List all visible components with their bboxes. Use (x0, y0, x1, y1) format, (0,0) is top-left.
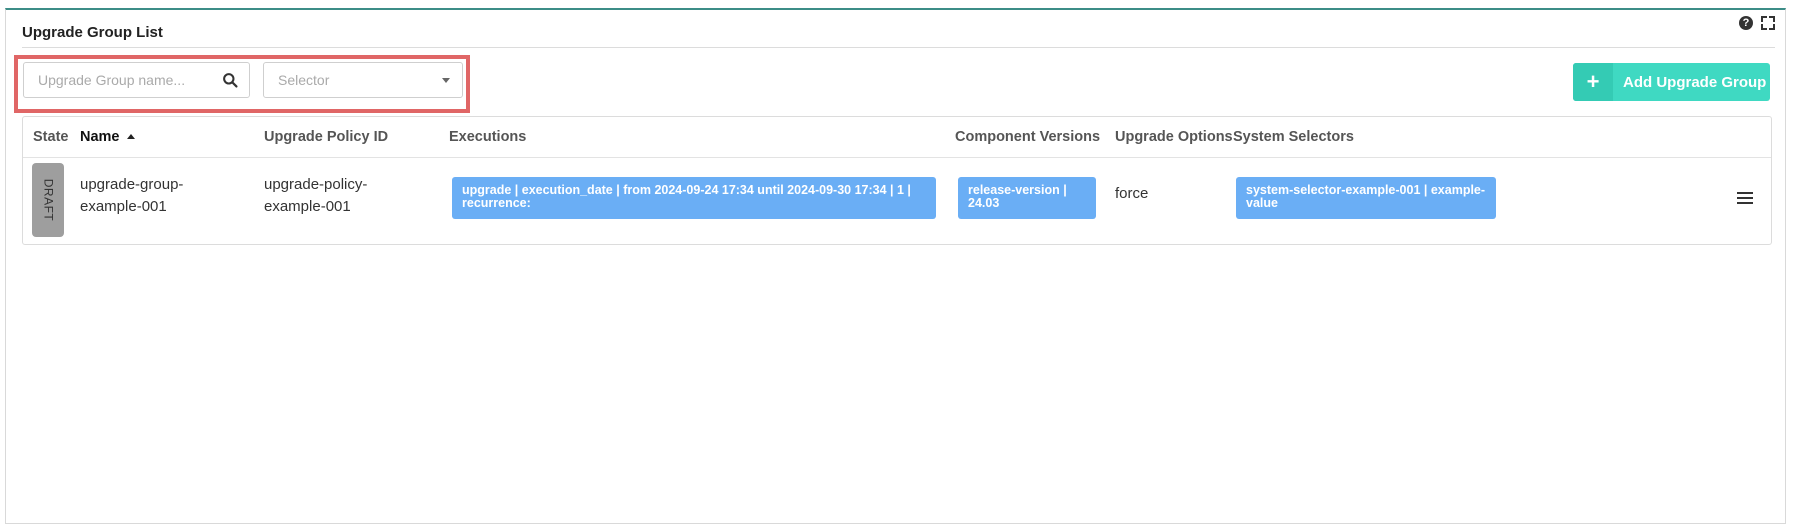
panel-title: Upgrade Group List (22, 24, 163, 41)
expand-icon[interactable] (1761, 16, 1775, 30)
add-upgrade-group-button[interactable]: + Add Upgrade Group (1573, 63, 1770, 101)
title-divider (22, 47, 1775, 48)
sort-ascending-icon (126, 134, 135, 139)
system-selector-chip[interactable]: system-selector-example-001 | example-va… (1236, 177, 1496, 219)
column-header-name-label: Name (80, 129, 120, 145)
add-upgrade-group-label: Add Upgrade Group (1623, 73, 1767, 91)
question-circle-icon[interactable]: ? (1739, 16, 1753, 30)
column-header-executions[interactable]: Executions (449, 129, 526, 145)
upgrade-group-panel: Upgrade Group List ? Selector + Add Upgr… (5, 8, 1786, 524)
execution-chip[interactable]: upgrade | execution_date | from 2024-09-… (452, 177, 936, 219)
column-header-policy-id[interactable]: Upgrade Policy ID (264, 129, 388, 145)
search-input[interactable] (36, 71, 220, 89)
column-header-name[interactable]: Name (80, 129, 135, 145)
search-field[interactable] (23, 62, 250, 98)
row-upgrade-options: force (1115, 185, 1149, 202)
row-name: upgrade-group-example-001 (80, 176, 184, 215)
component-version-chip[interactable]: release-version | 24.03 (958, 177, 1096, 219)
state-badge-label: DRAFT (41, 178, 55, 222)
plus-icon: + (1573, 63, 1613, 101)
column-header-upgrade-options[interactable]: Upgrade Options (1115, 129, 1233, 145)
column-header-state[interactable]: State (33, 129, 68, 145)
column-header-component-versions[interactable]: Component Versions (955, 129, 1100, 145)
column-header-system-selectors[interactable]: System Selectors (1233, 129, 1354, 145)
selector-dropdown[interactable]: Selector (263, 62, 463, 98)
panel-tools: ? (1739, 16, 1775, 30)
selector-placeholder: Selector (278, 72, 330, 88)
table-header: State Name Upgrade Policy ID Executions … (23, 117, 1771, 158)
row-policy-id: upgrade-policy-example-001 (264, 176, 368, 215)
chevron-down-icon[interactable] (442, 78, 450, 83)
row-menu-icon[interactable] (1737, 192, 1753, 206)
state-badge: DRAFT (32, 163, 64, 237)
search-icon[interactable] (222, 72, 239, 89)
upgrade-group-table: State Name Upgrade Policy ID Executions … (22, 116, 1772, 245)
table-row[interactable]: DRAFT upgrade-group-example-001 upgrade-… (23, 157, 1771, 245)
